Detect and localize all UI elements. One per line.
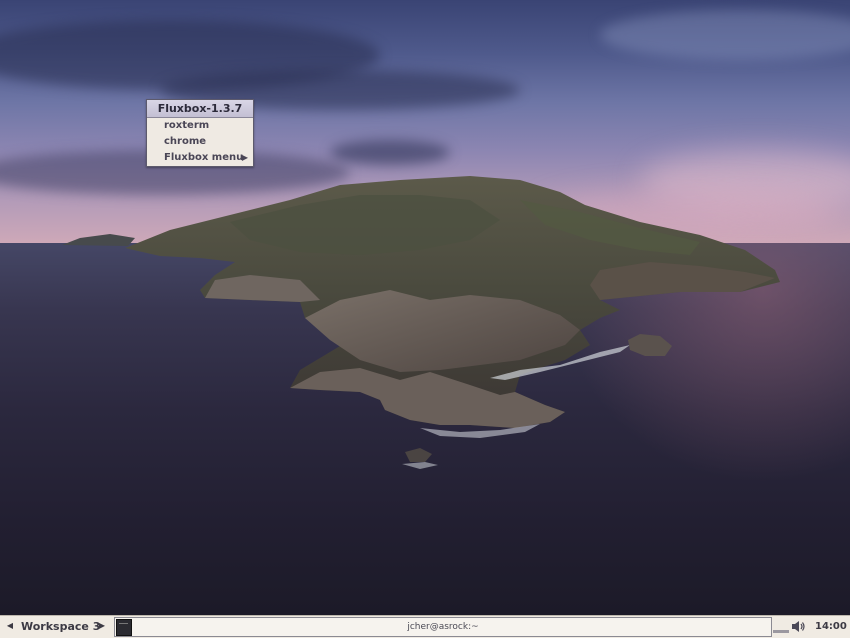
- next-workspace-button[interactable]: ▶: [96, 619, 108, 633]
- task-title: jcher@asrock:~: [407, 622, 479, 632]
- menu-item-label: chrome: [164, 136, 207, 147]
- previous-workspace-button[interactable]: ◀: [4, 619, 16, 633]
- volume-icon[interactable]: [791, 620, 806, 633]
- triangle-left-icon: ◀: [6, 621, 14, 630]
- root-menu: Fluxbox-1.3.7 roxterm chrome Fluxbox men…: [146, 99, 254, 167]
- wallpaper-island: [62, 176, 780, 469]
- desktop-wallpaper[interactable]: [0, 0, 850, 615]
- menu-title: Fluxbox-1.3.7: [147, 100, 253, 118]
- clock[interactable]: 14:00: [815, 616, 847, 638]
- menu-item-fluxbox-menu[interactable]: Fluxbox menu ▶: [147, 150, 253, 166]
- menu-item-label: roxterm: [164, 120, 210, 131]
- submenu-arrow-icon: ▶: [241, 153, 248, 162]
- menu-item-label: Fluxbox menu: [164, 152, 244, 163]
- iconbar: jcher@asrock:~: [114, 617, 772, 637]
- triangle-right-icon: ▶: [98, 621, 106, 630]
- menu-item-roxterm[interactable]: roxterm: [147, 118, 253, 134]
- workspace-name[interactable]: Workspace 3: [21, 616, 100, 638]
- menu-item-chrome[interactable]: chrome: [147, 134, 253, 150]
- system-tray: [773, 618, 807, 635]
- terminal-icon: [116, 619, 132, 636]
- taskbar-item-terminal[interactable]: jcher@asrock:~: [115, 618, 771, 636]
- toolbar: ◀ Workspace 3 ▶ jcher@asrock:~ 14:00: [0, 615, 850, 638]
- tray-indicator: [773, 630, 789, 633]
